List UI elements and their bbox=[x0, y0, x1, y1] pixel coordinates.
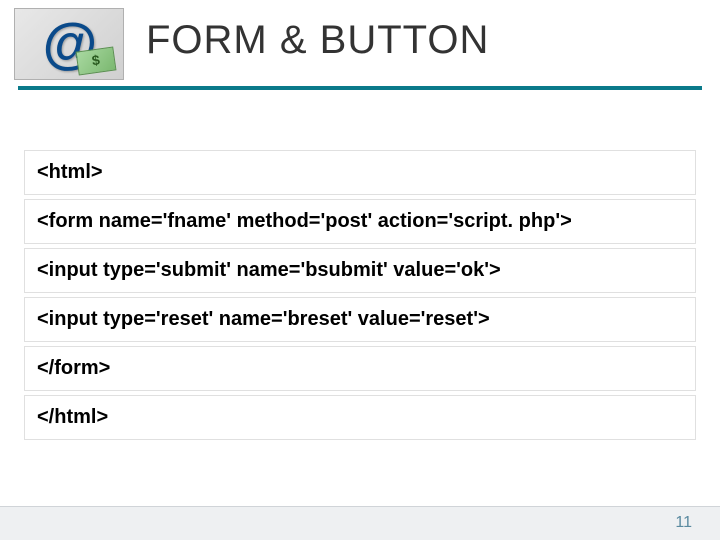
code-text: </form> bbox=[37, 357, 110, 379]
code-line: <input type='submit' name='bsubmit' valu… bbox=[24, 248, 696, 293]
logo-image: @ bbox=[14, 8, 124, 80]
cash-icon bbox=[76, 46, 117, 75]
code-text: <input type='reset' name='breset' value=… bbox=[37, 308, 490, 330]
code-text: <form name='fname' method='post' action=… bbox=[37, 210, 572, 232]
slide-header: @ FORM & BUTTON bbox=[0, 0, 720, 80]
code-block: <html> <form name='fname' method='post' … bbox=[24, 150, 696, 440]
code-text: <input type='submit' name='bsubmit' valu… bbox=[37, 259, 501, 281]
code-text: <html> bbox=[37, 161, 103, 183]
code-line: <input type='reset' name='breset' value=… bbox=[24, 297, 696, 342]
code-text: </html> bbox=[37, 406, 108, 428]
page-number: 11 bbox=[675, 514, 692, 532]
title-underline bbox=[18, 86, 702, 90]
code-line: <form name='fname' method='post' action=… bbox=[24, 199, 696, 244]
slide-footer: 11 bbox=[0, 506, 720, 540]
code-line: </html> bbox=[24, 395, 696, 440]
slide-title: FORM & BUTTON bbox=[146, 18, 489, 63]
code-line: </form> bbox=[24, 346, 696, 391]
code-line: <html> bbox=[24, 150, 696, 195]
